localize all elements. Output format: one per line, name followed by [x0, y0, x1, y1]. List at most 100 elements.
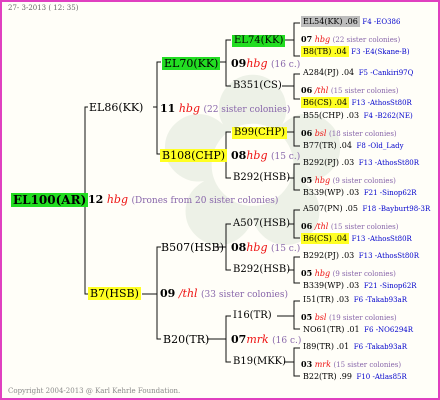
g4-top-code-7: F6 -Takab93aR	[353, 343, 407, 351]
g4-bot-queen-1: B6(CS) .04	[301, 97, 350, 108]
g4-bot-queen-3: B339(WP) .03	[303, 188, 360, 197]
g4-top-line-0: EL54(KK) .06 F4 -EO386	[301, 16, 401, 27]
g4-bot-queen-6: NO61(TR) .01	[303, 325, 360, 334]
g4-bot-code-4: F13 -AthosSt80R	[351, 235, 412, 243]
root-drone-sisters: (Drones from 20 sister colonies)	[131, 196, 279, 206]
g2-drone-sisters-1: (15 c.)	[270, 152, 301, 162]
g4-top-code-3: F13 -AthosSt80R	[358, 159, 419, 167]
g4-drone-sisters-3: (9 sister colonies)	[332, 177, 396, 185]
g4-top-queen-7: I89(TR) .01	[303, 342, 350, 351]
g4-drone-sisters-5: (9 sister colonies)	[332, 270, 396, 278]
g4-drone-sisters-2: (18 sister colonies)	[329, 130, 397, 138]
g4-bot-line-2: B77(TR) .04 F8 -Old_Lady	[301, 142, 404, 150]
g4-drone-line-0: 07 hbg (22 sister colonies)	[301, 35, 400, 44]
g3-queen-0: EL74(KK)	[232, 35, 286, 47]
g4-drone-line-3: 05 hbg (9 sister colonies)	[301, 176, 396, 185]
g4-bot-code-1: F13 -AthosSt80R	[351, 99, 412, 107]
g2-queen-3: B20(TR)	[163, 333, 210, 346]
g4-top-code-5: F13 -AthosSt80R	[358, 252, 419, 260]
g2-queen-0: EL70(KK)	[162, 57, 221, 70]
g2-queen-1: B108(CHP)	[160, 149, 228, 162]
g1-drone-num-0: 11	[160, 102, 176, 115]
g1-drone-hbg-0: hbg	[178, 102, 200, 115]
g4-top-code-6: F6 -Takab93aR	[353, 296, 407, 304]
g4-top-line-2: B55(CHP) .03 F4 -B262(NE)	[301, 112, 413, 120]
g4-drone-hbg-6: bsl	[314, 313, 327, 322]
g4-drone-num-6: 05	[301, 312, 313, 322]
timestamp-header: 27- 3-2013 ( 12: 35)	[8, 4, 79, 12]
g4-bot-code-2: F8 -Old_Lady	[356, 142, 404, 150]
g4-drone-hbg-0: hbg	[314, 35, 331, 44]
g2-drone-info-0: 09hbg (16 c.)	[231, 58, 300, 70]
g4-bot-code-5: F21 -Sinop62R	[363, 282, 417, 290]
g4-top-code-0: F4 -EO386	[362, 18, 401, 26]
root-drone-info: 12 hbg (Drones from 20 sister colonies)	[88, 194, 278, 206]
g4-bot-queen-0: B8(TB) .04	[301, 46, 349, 57]
g2-drone-hbg-0: hbg	[246, 57, 268, 70]
g2-drone-hbg-2: hbg	[246, 241, 268, 254]
g3-queen-3: B292(HSB)	[233, 172, 291, 183]
g4-drone-num-4: 06	[301, 221, 313, 231]
g3-queen-2: B99(CHP)	[232, 127, 287, 139]
g4-drone-hbg-7: mrk	[314, 360, 331, 369]
g4-bot-code-0: F3 -E4(Skane-B)	[351, 48, 410, 56]
g2-drone-hbg-3: mrk	[246, 333, 269, 346]
g3-queen-5: B292(HSB)	[233, 264, 291, 275]
g4-drone-hbg-2: bsl	[314, 129, 327, 138]
g4-bot-queen-4: B6(CS) .04	[301, 233, 350, 244]
g2-drone-num-1: 08	[231, 149, 247, 162]
g1-drone-info-0: 11 hbg (22 sister colonies)	[160, 103, 290, 115]
g4-bot-line-1: B6(CS) .04 F13 -AthosSt80R	[301, 97, 412, 108]
g4-drone-hbg-1: /thl	[314, 86, 329, 95]
g4-top-code-1: F5 -Cankiri97Q	[358, 69, 414, 77]
g4-drone-hbg-4: /thl	[314, 222, 329, 231]
pedigree-frame: ✿ 27- 3-2013 ( 12: 35) EL100(AR) 12 hbg …	[0, 0, 440, 400]
g4-drone-num-3: 05	[301, 175, 313, 185]
g4-bot-queen-2: B77(TR) .04	[303, 141, 352, 150]
g4-drone-sisters-4: (15 sister colonies)	[330, 223, 399, 231]
g4-drone-num-2: 06	[301, 128, 313, 138]
g2-drone-num-3: 07	[231, 333, 247, 346]
g2-drone-info-3: 07mrk (16 c.)	[231, 334, 301, 346]
copyright-footer: Copyright 2004-2013 @ Karl Kehrle Founda…	[8, 387, 181, 395]
g1-drone-sisters-1: (33 sister colonies)	[201, 290, 288, 300]
g4-drone-num-7: 03	[301, 359, 313, 369]
g4-drone-num-1: 06	[301, 85, 313, 95]
g4-bot-line-0: B8(TB) .04 F3 -E4(Skane-B)	[301, 46, 410, 57]
g4-drone-line-7: 03 mrk (15 sister colonies)	[301, 360, 401, 369]
g4-top-queen-1: A284(PJ) .04	[303, 68, 355, 77]
g4-bot-queen-7: B22(TR) .99	[303, 372, 352, 381]
g1-drone-num-1: 09	[160, 287, 176, 300]
g4-bot-line-4: B6(CS) .04 F13 -AthosSt80R	[301, 233, 412, 244]
g2-drone-sisters-2: (15 c.)	[270, 244, 301, 254]
root-drone-num: 12	[88, 193, 104, 206]
g1-queen-1: B7(HSB)	[88, 287, 141, 300]
g4-bot-code-3: F21 -Sinop62R	[363, 189, 417, 197]
g4-drone-sisters-7: (15 sister colonies)	[333, 361, 402, 369]
g4-bot-code-7: F10 -Atlas85R	[356, 373, 407, 381]
g4-top-code-4: F18 -Bayburt98-3R	[362, 205, 431, 213]
g4-top-line-6: I51(TR) .03 F6 -Takab93aR	[301, 296, 407, 304]
g1-drone-sisters-0: (22 sister colonies)	[203, 105, 291, 115]
g4-top-queen-0: EL54(KK) .06	[301, 16, 360, 27]
g4-top-queen-4: A507(PN) .05	[303, 204, 358, 213]
root-drone-hbg: hbg	[106, 193, 128, 206]
g4-drone-sisters-6: (19 sister colonies)	[329, 314, 397, 322]
g4-top-queen-6: I51(TR) .03	[303, 295, 350, 304]
g4-drone-sisters-0: (22 sister colonies)	[332, 36, 401, 44]
g1-queen-0: EL86(KK)	[89, 101, 144, 114]
g2-drone-hbg-1: hbg	[246, 149, 268, 162]
g3-queen-1: B351(CS)	[233, 80, 282, 91]
g3-queen-6: I16(TR)	[233, 310, 272, 321]
g4-drone-line-6: 05 bsl (19 sister colonies)	[301, 313, 397, 322]
g1-drone-hbg-1: /thl	[178, 287, 198, 300]
g4-top-line-3: B292(PJ) .03 F13 -AthosSt80R	[301, 159, 419, 167]
g4-drone-hbg-3: hbg	[314, 176, 331, 185]
g4-drone-line-5: 05 hbg (9 sister colonies)	[301, 269, 396, 278]
g4-bot-line-7: B22(TR) .99 F10 -Atlas85R	[301, 373, 407, 381]
g4-bot-line-6: NO61(TR) .01 F6 -NO6294R	[301, 326, 413, 334]
root-queen: EL100(AR)	[11, 193, 89, 207]
g2-drone-sisters-0: (16 c.)	[270, 60, 301, 70]
g4-top-code-2: F4 -B262(NE)	[363, 112, 413, 120]
g4-bot-queen-5: B339(WP) .03	[303, 281, 360, 290]
